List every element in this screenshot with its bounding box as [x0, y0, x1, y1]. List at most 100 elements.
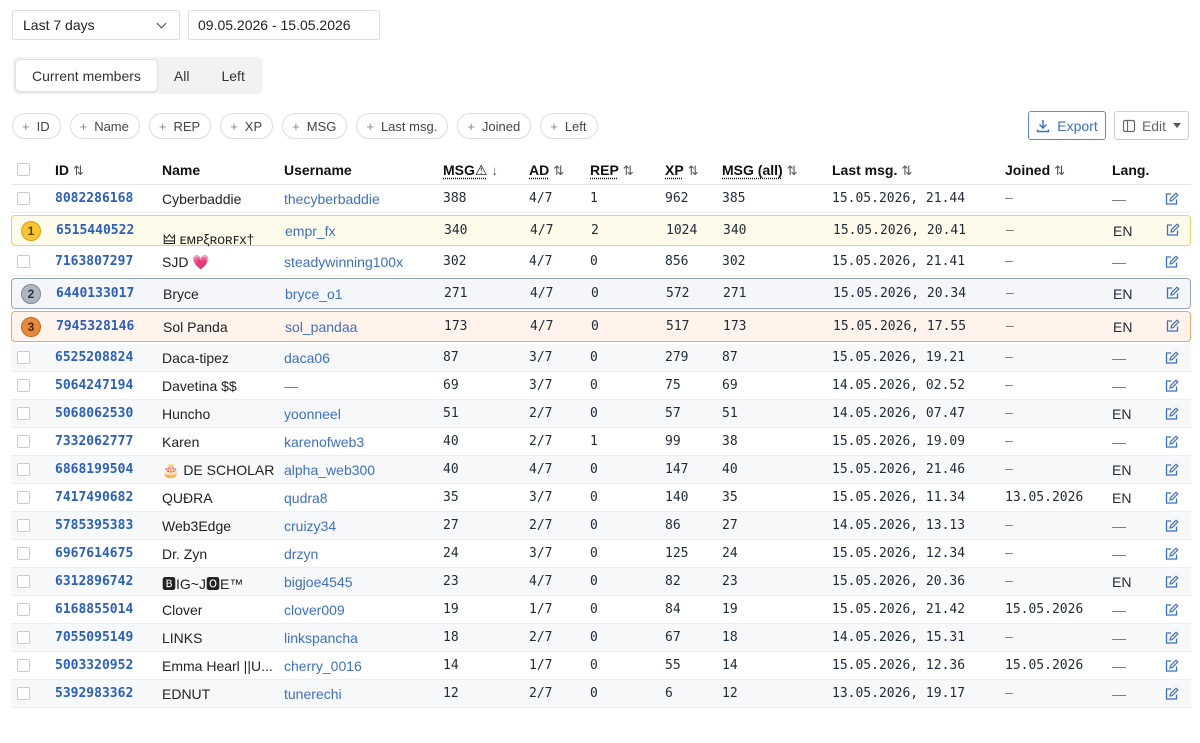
table-row[interactable]: 6312896742 🅱IG~J🅾E™ bigjoe4545 23 4/7 0 82 23 15… — [11, 568, 1191, 596]
edit-row-icon[interactable] — [1165, 575, 1179, 592]
header-rep[interactable]: REP ⇅ — [590, 162, 634, 179]
chip-xp[interactable]: + XP — [220, 113, 274, 139]
row-checkbox[interactable] — [17, 519, 30, 532]
edit-row-icon[interactable] — [1165, 687, 1179, 704]
edit-row-icon[interactable] — [1166, 223, 1180, 240]
header-id[interactable]: ID ⇅ — [55, 162, 84, 179]
member-username-link[interactable]: drzyn — [284, 546, 318, 562]
edit-row-icon[interactable] — [1165, 255, 1179, 272]
table-row[interactable]: 8082286168 Cyberbaddie thecyberbaddie 388 4/… — [11, 185, 1191, 213]
table-row[interactable]: 6168855014 Clover clover009 19 1/7 0 84 19 15.05… — [11, 596, 1191, 624]
member-username-link[interactable]: bigjoe4545 — [284, 574, 353, 590]
table-row[interactable]: 5003320952 Emma Hearl ||U... cherry_0016 14… — [11, 652, 1191, 680]
member-username-link[interactable]: karenofweb3 — [284, 434, 364, 450]
table-row[interactable]: 2 6440133017 Bryce bryce_o1 271 4/7 0 572 271 15.… — [11, 278, 1191, 309]
edit-columns-button[interactable]: Edit — [1114, 111, 1189, 140]
member-id-link[interactable]: 5064247194 — [55, 378, 133, 393]
member-id-link[interactable]: 6312896742 — [55, 574, 133, 589]
member-id-link[interactable]: 6440133017 — [56, 286, 134, 301]
chip-rep[interactable]: + REP — [148, 113, 212, 139]
edit-row-icon[interactable] — [1166, 286, 1180, 303]
row-checkbox[interactable] — [17, 491, 30, 504]
export-button[interactable]: Export — [1028, 111, 1106, 140]
header-xp[interactable]: XP ⇅ — [665, 162, 699, 179]
tab-all[interactable]: All — [158, 59, 206, 92]
member-id-link[interactable]: 6515440522 — [56, 223, 134, 238]
edit-row-icon[interactable] — [1165, 491, 1179, 508]
member-username-link[interactable]: steadywinning100x — [284, 254, 403, 270]
member-id-link[interactable]: 8082286168 — [55, 191, 133, 206]
header-msg[interactable]: MSG⚠ ↓ — [443, 162, 498, 179]
tab-left[interactable]: Left — [205, 59, 260, 92]
row-checkbox[interactable] — [17, 351, 30, 364]
table-row[interactable]: 6868199504 🎂 DE SCHOLAR... alpha_web300 40 4… — [11, 456, 1191, 484]
header-last-msg[interactable]: Last msg. ⇅ — [832, 162, 912, 179]
edit-row-icon[interactable] — [1165, 519, 1179, 536]
header-ad[interactable]: AD ⇅ — [529, 162, 564, 179]
member-username-link[interactable]: thecyberbaddie — [284, 191, 380, 207]
edit-row-icon[interactable] — [1165, 547, 1179, 564]
member-username-link[interactable]: qudra8 — [284, 490, 328, 506]
chip-msg[interactable]: + MSG — [282, 113, 348, 139]
member-username-link[interactable]: cherry_0016 — [284, 658, 362, 674]
table-row[interactable]: 5064247194 Davetina $$ — 69 3/7 0 75 69 14.05.20… — [11, 372, 1191, 400]
table-row[interactable]: 6967614675 Dr. Zyn drzyn 24 3/7 0 125 24 15.05.2… — [11, 540, 1191, 568]
edit-row-icon[interactable] — [1165, 379, 1179, 396]
edit-row-icon[interactable] — [1165, 463, 1179, 480]
member-id-link[interactable]: 6868199504 — [55, 462, 133, 477]
member-id-link[interactable]: 5785395383 — [55, 518, 133, 533]
table-row[interactable]: 5392983362 EDNUT tunerechi 12 2/7 0 6 12 13.05.2… — [11, 680, 1191, 708]
table-row[interactable]: 7332062777 Karen karenofweb3 40 2/7 1 99 38 15.0… — [11, 428, 1191, 456]
header-msg-all[interactable]: MSG (all) ⇅ — [722, 162, 798, 179]
edit-row-icon[interactable] — [1165, 192, 1179, 209]
select-all-checkbox[interactable] — [17, 163, 30, 176]
period-select[interactable]: Last 7 days — [12, 10, 180, 40]
edit-row-icon[interactable] — [1165, 351, 1179, 368]
row-checkbox[interactable] — [17, 407, 30, 420]
edit-row-icon[interactable] — [1165, 659, 1179, 676]
member-username-link[interactable]: sol_pandaa — [285, 319, 357, 335]
edit-row-icon[interactable] — [1165, 435, 1179, 452]
member-username-link[interactable]: clover009 — [284, 602, 345, 618]
edit-row-icon[interactable] — [1165, 603, 1179, 620]
chip-id[interactable]: + ID — [12, 113, 61, 139]
member-id-link[interactable]: 7163807297 — [55, 254, 133, 269]
member-id-link[interactable]: 5003320952 — [55, 658, 133, 673]
member-username-link[interactable]: empr_fx — [285, 223, 336, 239]
chip-last-msg[interactable]: + Last msg. — [356, 113, 449, 139]
row-checkbox[interactable] — [17, 379, 30, 392]
member-username-link[interactable]: tunerechi — [284, 686, 342, 702]
member-username-link[interactable]: daca06 — [284, 350, 330, 366]
tab-current-members[interactable]: Current members — [15, 59, 158, 92]
table-row[interactable]: 5785395383 Web3Edge cruizy34 27 2/7 0 86 27 14.0… — [11, 512, 1191, 540]
chip-left[interactable]: + Left — [540, 113, 598, 139]
edit-row-icon[interactable] — [1165, 631, 1179, 648]
header-joined[interactable]: Joined ⇅ — [1005, 162, 1065, 179]
row-checkbox[interactable] — [17, 603, 30, 616]
member-username-link[interactable]: cruizy34 — [284, 518, 336, 534]
row-checkbox[interactable] — [17, 435, 30, 448]
table-row[interactable]: 1 6515440522 🜲 ᴇᴍᴘξʀᴏʀꜰx† empr_fx 340 4/7 2 102… — [11, 215, 1191, 247]
member-username-link[interactable]: alpha_web300 — [284, 462, 375, 478]
table-row[interactable]: 3 7945328146 Sol Panda sol_pandaa 173 4/7 0 517… — [11, 311, 1191, 342]
row-checkbox[interactable] — [17, 547, 30, 560]
row-checkbox[interactable] — [17, 463, 30, 476]
row-checkbox[interactable] — [17, 255, 30, 268]
row-checkbox[interactable] — [17, 659, 30, 672]
member-id-link[interactable]: 7945328146 — [56, 319, 134, 334]
member-username-link[interactable]: bryce_o1 — [285, 286, 343, 302]
table-row[interactable]: 7163807297 SJD 💗 steadywinning100x 302 4/7 0 8… — [11, 248, 1191, 276]
row-checkbox[interactable] — [17, 687, 30, 700]
row-checkbox[interactable] — [17, 192, 30, 205]
member-id-link[interactable]: 6168855014 — [55, 602, 133, 617]
edit-row-icon[interactable] — [1166, 319, 1180, 336]
table-row[interactable]: 5068062530 Huncho yoonneel 51 2/7 0 57 51 14.05.… — [11, 400, 1191, 428]
member-id-link[interactable]: 5068062530 — [55, 406, 133, 421]
table-row[interactable]: 6525208824 Daca-tipez daca06 87 3/7 0 279 87 15.… — [11, 344, 1191, 372]
member-id-link[interactable]: 7055095149 — [55, 630, 133, 645]
chip-name[interactable]: + Name — [69, 113, 140, 139]
member-id-link[interactable]: 7332062777 — [55, 434, 133, 449]
member-username-link[interactable]: yoonneel — [284, 406, 341, 422]
table-row[interactable]: 7055095149 LINKS linkspancha 18 2/7 0 67 18 14.0… — [11, 624, 1191, 652]
row-checkbox[interactable] — [17, 631, 30, 644]
